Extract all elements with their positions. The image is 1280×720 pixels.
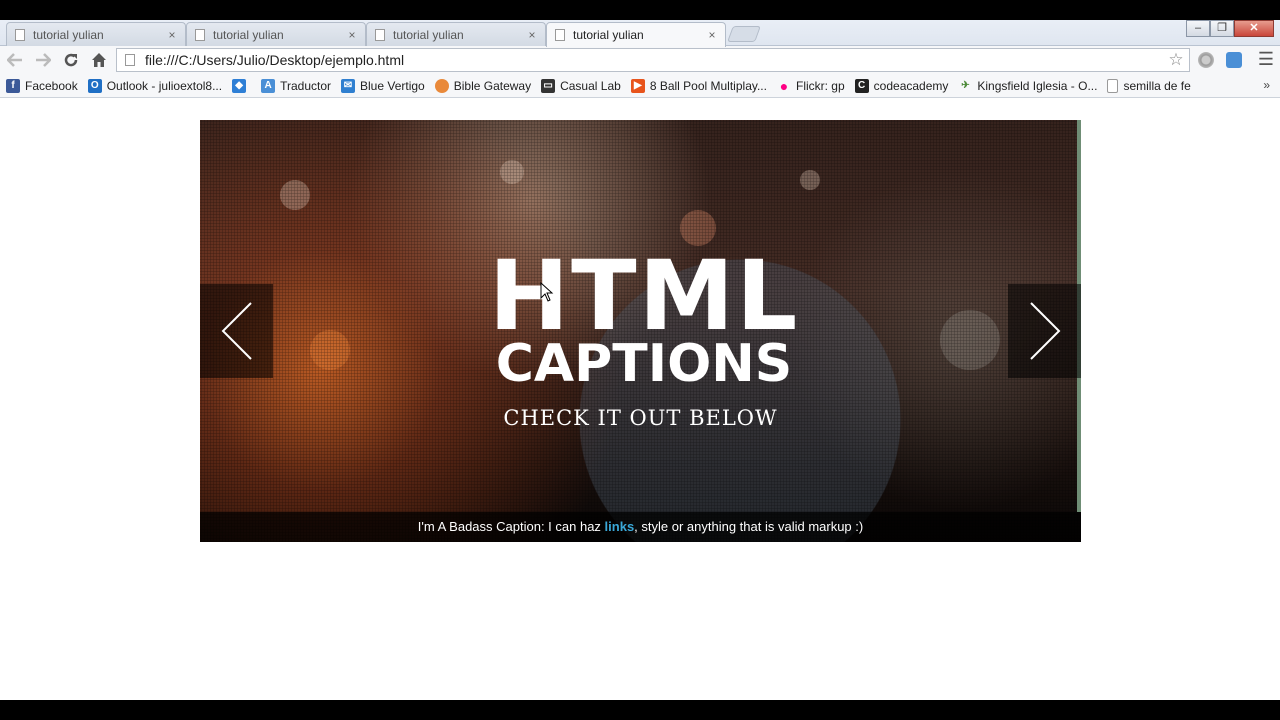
translate-extension-icon[interactable]: [1226, 52, 1242, 68]
bookmark-casual-lab[interactable]: ▭ Casual Lab: [541, 78, 621, 93]
tab-close-icon[interactable]: ×: [343, 28, 361, 42]
page-icon: [15, 28, 25, 41]
bookmark-label: Traductor: [280, 78, 331, 93]
menu-icon[interactable]: ☰: [1258, 49, 1274, 70]
url-text[interactable]: file:///C:/Users/Julio/Desktop/ejemplo.h…: [145, 52, 1163, 68]
slide-caption: I'm A Badass Caption: I can haz links, s…: [200, 512, 1081, 542]
next-slide-button[interactable]: [1008, 284, 1081, 378]
dropbox-icon: ◆: [232, 78, 247, 93]
tab-close-icon[interactable]: ×: [523, 28, 541, 42]
tab-title: tutorial yulian: [573, 28, 644, 42]
tab-1[interactable]: tutorial yulian ×: [6, 22, 186, 46]
headline-line-2: CAPTIONS: [495, 334, 793, 394]
bookmark-star-icon[interactable]: ☆: [1163, 50, 1189, 70]
minimize-button[interactable]: –: [1186, 20, 1210, 37]
image-slider: HTML CAPTIONS CHECK IT OUT BELOW I'm A B…: [200, 120, 1081, 542]
page-icon: [195, 28, 205, 41]
chevron-right-icon: [1029, 302, 1060, 360]
bookmark-label: semilla de fe: [1123, 78, 1191, 93]
play-icon: ▶: [630, 78, 645, 93]
back-button[interactable]: [2, 48, 28, 72]
reload-icon: [64, 53, 78, 67]
bookmark-dropbox[interactable]: ◆: [232, 78, 251, 93]
forward-arrow-icon: [36, 53, 51, 67]
home-button[interactable]: [86, 48, 112, 72]
bible-gateway-icon: [434, 78, 449, 93]
flickr-icon: ●: [779, 77, 789, 94]
bookmark-label: Flickr: gp: [795, 78, 845, 93]
bookmark-kingsfield[interactable]: ✈ Kingsfield Iglesia - O...: [958, 79, 1097, 93]
mouse-cursor-icon: [540, 282, 554, 302]
tab-title: tutorial yulian: [213, 27, 284, 42]
previous-slide-button[interactable]: [200, 284, 273, 378]
bookmark-blue-vertigo[interactable]: ✉ Blue Vertigo: [341, 78, 425, 93]
translate-icon: A: [261, 78, 276, 93]
new-tab-button[interactable]: [727, 26, 761, 42]
bookmark-label: Blue Vertigo: [360, 78, 425, 93]
bookmark-facebook[interactable]: f Facebook: [6, 78, 78, 93]
tab-2[interactable]: tutorial yulian ×: [186, 22, 366, 46]
caption-link[interactable]: links: [605, 519, 635, 534]
mail-icon: ✉: [341, 78, 355, 93]
page-icon: [1107, 78, 1119, 93]
page-content: HTML CAPTIONS CHECK IT OUT BELOW I'm A B…: [0, 99, 1280, 700]
maximize-button[interactable]: ❐: [1210, 20, 1234, 37]
browser-window: tutorial yulian × tutorial yulian × tuto…: [0, 20, 1280, 700]
bookmark-bible-gateway[interactable]: Bible Gateway: [434, 78, 532, 93]
tab-close-icon[interactable]: ×: [163, 28, 181, 42]
bookmark-label: Kingsfield Iglesia - O...: [977, 78, 1098, 93]
monitor-icon: ▭: [541, 78, 556, 93]
bookmark-flickr[interactable]: ● Flickr: gp: [777, 77, 845, 94]
extension-icon[interactable]: [1198, 52, 1214, 68]
bookmarks-overflow-button[interactable]: »: [1263, 78, 1270, 92]
browser-toolbar: file:///C:/Users/Julio/Desktop/ejemplo.h…: [0, 46, 1280, 74]
bookmark-outlook[interactable]: O Outlook - julioextol8...: [87, 78, 223, 93]
bookmark-label: Casual Lab: [560, 78, 621, 93]
reload-button[interactable]: [58, 48, 84, 72]
chevron-left-icon: [221, 302, 252, 360]
bird-icon: ✈: [961, 80, 970, 91]
bookmark-8-ball-pool[interactable]: ▶ 8 Ball Pool Multiplay...: [630, 78, 767, 93]
bookmark-label: Bible Gateway: [453, 78, 532, 93]
tab-title: tutorial yulian: [33, 27, 104, 42]
back-arrow-icon: [7, 53, 22, 67]
outlook-icon: O: [87, 78, 102, 93]
page-icon: [555, 29, 565, 41]
codecademy-icon: C: [854, 78, 869, 93]
tab-3[interactable]: tutorial yulian ×: [366, 22, 546, 46]
close-window-button[interactable]: ✕: [1234, 20, 1274, 37]
address-bar[interactable]: file:///C:/Users/Julio/Desktop/ejemplo.h…: [116, 48, 1190, 72]
home-icon: [92, 53, 106, 67]
facebook-icon: f: [6, 78, 20, 93]
window-controls: – ❐ ✕: [1186, 20, 1274, 38]
slide-headline: HTML CAPTIONS: [482, 240, 806, 394]
caption-text-after: , style or anything that is valid markup…: [634, 519, 864, 534]
bookmark-label: Outlook - julioextol8...: [106, 78, 223, 93]
page-icon: [375, 28, 385, 41]
tab-strip: tutorial yulian × tutorial yulian × tuto…: [0, 20, 1280, 47]
bookmark-label: Facebook: [25, 78, 78, 93]
tab-close-icon[interactable]: ×: [703, 28, 721, 42]
tab-4-active[interactable]: tutorial yulian ×: [546, 22, 726, 47]
caption-text-before: I'm A Badass Caption: I can haz: [417, 519, 605, 534]
headline-line-1: HTML: [488, 240, 800, 352]
bookmark-codeacademy[interactable]: C codeacademy: [854, 78, 949, 93]
slide-subheading: CHECK IT OUT BELOW: [503, 406, 778, 430]
page-icon: [125, 54, 135, 66]
bookmark-traductor[interactable]: A Traductor: [261, 78, 331, 93]
forward-button[interactable]: [30, 48, 56, 72]
tab-title: tutorial yulian: [393, 27, 464, 42]
bookmark-label: codeacademy: [873, 78, 949, 93]
bookmark-label: 8 Ball Pool Multiplay...: [649, 78, 767, 93]
bookmarks-bar: f Facebook O Outlook - julioextol8... ◆ …: [0, 74, 1280, 98]
bookmark-semilla-de-fe[interactable]: semilla de fe: [1107, 78, 1191, 93]
screen-frame: tutorial yulian × tutorial yulian × tuto…: [0, 0, 1280, 720]
